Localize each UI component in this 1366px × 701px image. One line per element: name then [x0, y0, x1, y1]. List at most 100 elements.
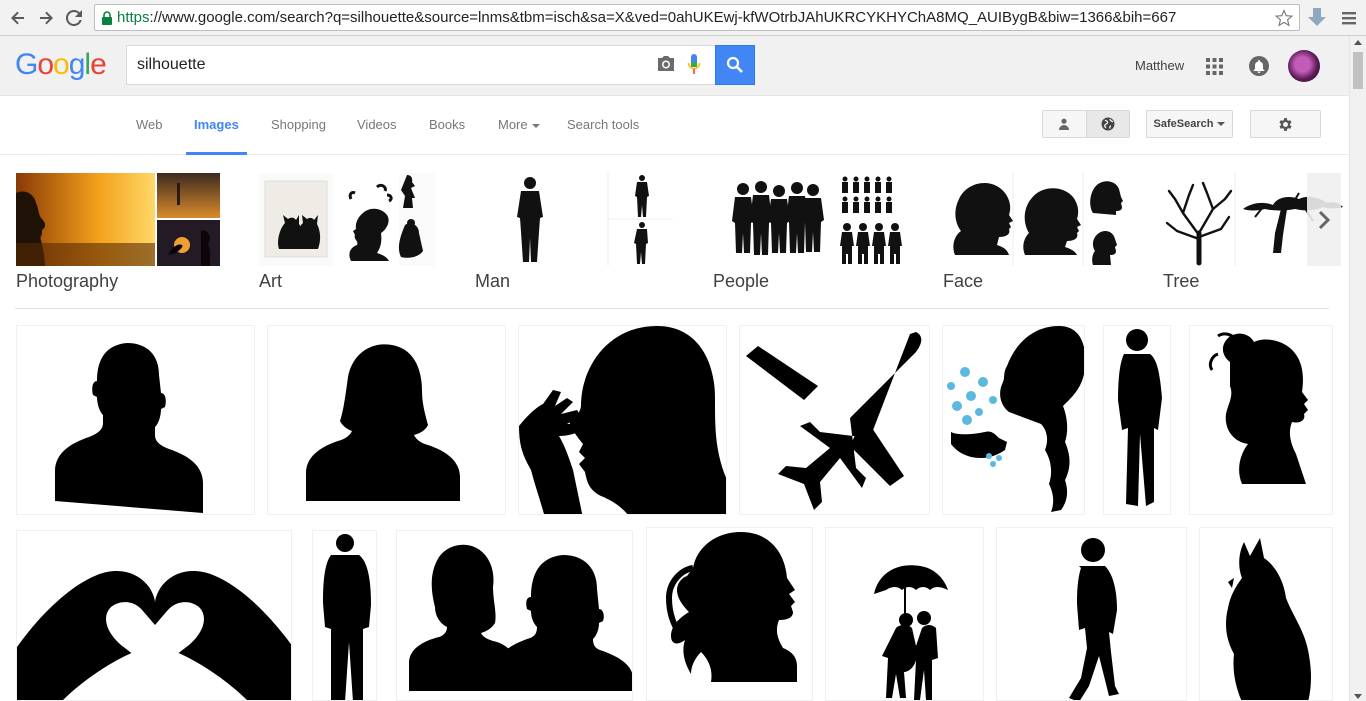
topic-label: People — [713, 271, 770, 291]
gear-icon — [1279, 117, 1292, 131]
topic-people[interactable]: People — [713, 173, 903, 291]
apps-grid-icon[interactable] — [1206, 58, 1223, 75]
woman-snowflakes-silhouette — [947, 326, 1084, 512]
walking-man-silhouette — [1069, 538, 1119, 700]
image-result[interactable] — [739, 325, 930, 515]
tab-shopping[interactable]: Shopping — [271, 117, 326, 132]
image-result[interactable] — [1199, 527, 1333, 701]
couple-busts-silhouette — [409, 544, 632, 691]
search-input[interactable]: silhouette — [126, 45, 716, 85]
topic-label: Photography — [16, 271, 119, 291]
caret-down-icon — [531, 123, 540, 128]
microphone-icon[interactable] — [686, 53, 702, 77]
art-silhouette-thumbnails — [259, 173, 435, 266]
topic-man[interactable]: Man — [475, 173, 673, 291]
page-scrollbar[interactable] — [1349, 36, 1366, 701]
tab-more[interactable]: More — [498, 117, 540, 132]
scroll-down-arrow-icon[interactable] — [1354, 694, 1362, 699]
account-name[interactable]: Matthew — [1135, 58, 1184, 73]
bookmark-star-icon[interactable] — [1275, 9, 1293, 27]
man-in-coat-silhouette — [323, 534, 371, 700]
image-result[interactable] — [312, 530, 377, 701]
image-result[interactable] — [1103, 325, 1171, 515]
download-arrow-icon — [1308, 8, 1326, 26]
topic-face[interactable]: Face — [943, 173, 1123, 291]
notifications-button[interactable] — [1249, 56, 1269, 76]
download-button[interactable] — [1306, 6, 1328, 30]
address-bar[interactable]: https://www.google.com/search?q=silhouet… — [94, 4, 1300, 31]
face-silhouette-thumbnails — [943, 173, 1123, 266]
tab-images[interactable]: Images — [194, 117, 239, 132]
search-query-text: silhouette — [137, 56, 206, 73]
browser-menu-button[interactable] — [1338, 6, 1360, 30]
image-result[interactable] — [396, 530, 633, 701]
globe-icon — [1101, 117, 1115, 131]
scroll-thumb[interactable] — [1353, 52, 1363, 89]
avatar[interactable] — [1288, 50, 1320, 82]
couple-under-umbrella-silhouette — [874, 565, 948, 700]
image-result[interactable] — [267, 325, 506, 515]
topic-art[interactable]: Art — [259, 173, 435, 291]
image-result[interactable] — [16, 325, 255, 515]
sunset-photo-thumbnails — [16, 173, 220, 266]
safesearch-label: SafeSearch — [1153, 118, 1214, 130]
tab-web[interactable]: Web — [136, 117, 163, 132]
url-scheme: https — [117, 9, 150, 26]
browser-toolbar: https://www.google.com/search?q=silhouet… — [0, 0, 1366, 36]
search-icon — [726, 56, 743, 73]
personal-results-button[interactable] — [1043, 111, 1086, 137]
man-bust-silhouette — [55, 343, 203, 513]
topic-thumbnails — [475, 173, 673, 266]
woman-bun-profile-silhouette — [1208, 332, 1308, 484]
scroll-up-arrow-icon[interactable] — [1354, 40, 1362, 45]
secure-lock-icon — [102, 10, 112, 25]
image-result[interactable] — [942, 325, 1085, 515]
tab-search-tools[interactable]: Search tools — [567, 117, 639, 132]
results-scope-toggle — [1042, 110, 1130, 138]
safesearch-dropdown[interactable]: SafeSearch — [1146, 110, 1233, 138]
howling-wolf-silhouette — [1226, 538, 1311, 700]
heart-hands-silhouette — [17, 571, 291, 700]
topic-thumbnails — [259, 173, 435, 266]
camera-icon[interactable] — [656, 55, 676, 72]
standing-man-silhouette — [1118, 329, 1162, 506]
topic-label: Tree — [1163, 271, 1200, 291]
caret-down-icon — [1217, 122, 1226, 126]
search-button[interactable] — [715, 45, 755, 85]
image-result[interactable] — [825, 527, 984, 701]
back-arrow-icon — [11, 11, 24, 25]
divider — [15, 308, 1329, 309]
image-result[interactable] — [16, 530, 292, 701]
back-button[interactable] — [6, 6, 30, 30]
man-silhouette-thumbnails — [475, 173, 673, 266]
topic-label: Art — [259, 271, 283, 291]
topic-thumbnails — [16, 173, 220, 266]
airplane-silhouette — [746, 332, 922, 510]
image-result[interactable] — [518, 325, 727, 515]
settings-button[interactable] — [1250, 110, 1321, 138]
global-results-button[interactable] — [1085, 111, 1129, 137]
woman-bust-silhouette — [306, 344, 460, 501]
person-icon — [1059, 118, 1070, 130]
topic-label: Man — [475, 271, 511, 291]
topics-next-button[interactable] — [1307, 173, 1341, 266]
google-logo[interactable]: Google — [15, 48, 107, 82]
topic-label: Face — [943, 271, 984, 291]
image-result[interactable] — [646, 527, 813, 701]
url-text: ://www.google.com/search?q=silhouette&so… — [149, 9, 1177, 26]
image-result[interactable] — [1189, 325, 1333, 515]
reload-icon — [66, 10, 82, 26]
thinking-face-silhouette — [519, 326, 726, 514]
image-result[interactable] — [996, 527, 1187, 701]
tab-videos[interactable]: Videos — [357, 117, 397, 132]
search-tabs-bar: Web Images Shopping Videos Books More Se… — [0, 96, 1366, 155]
bell-icon — [1253, 59, 1265, 73]
people-silhouette-thumbnails — [713, 173, 903, 266]
reload-button[interactable] — [62, 6, 86, 30]
tab-more-label: More — [498, 117, 528, 132]
related-topics-strip: Photography Art Man People Face Tree — [0, 155, 1348, 309]
forward-button[interactable] — [34, 6, 58, 30]
chevron-right-icon — [1318, 210, 1330, 229]
topic-photography[interactable]: Photography — [16, 173, 220, 291]
tab-books[interactable]: Books — [429, 117, 465, 132]
